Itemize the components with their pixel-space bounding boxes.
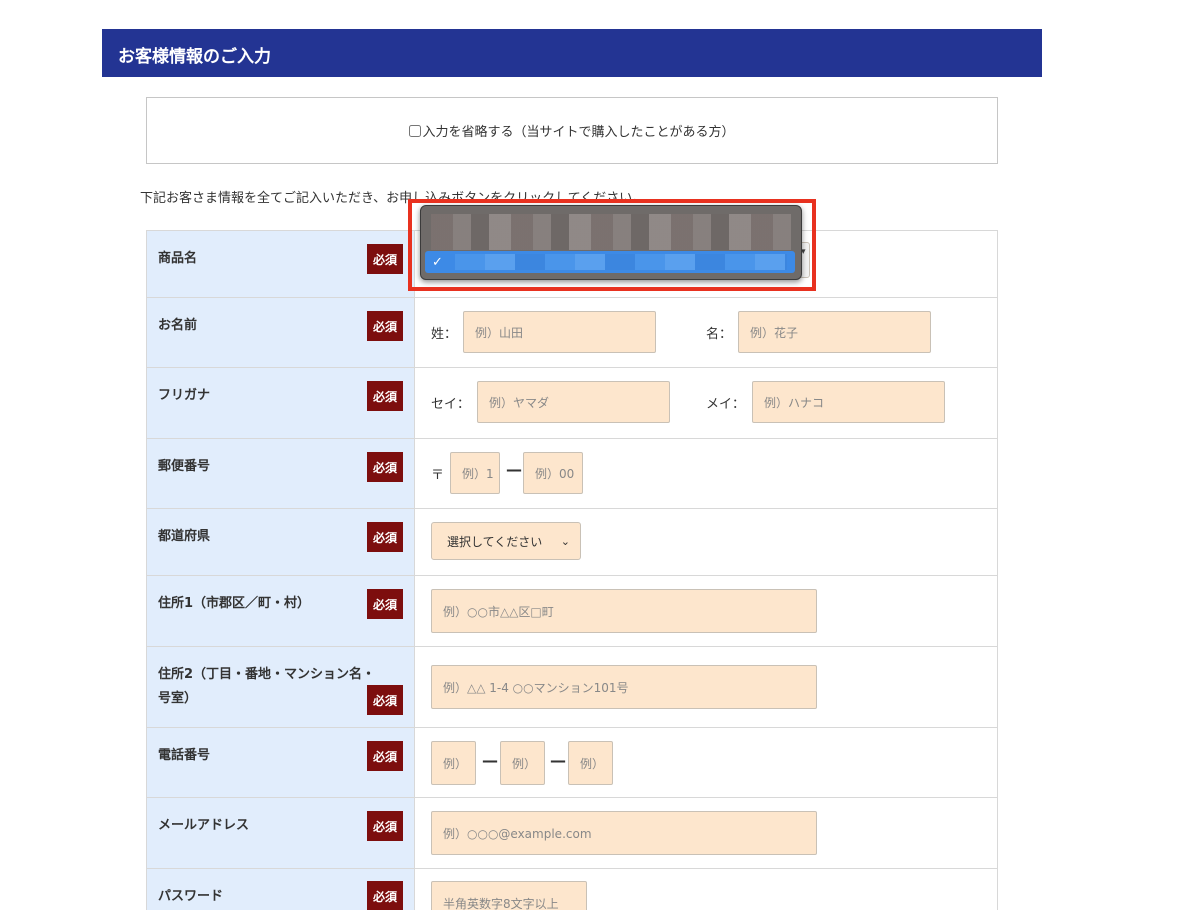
row-kana: フリガナ 必須 セイ： 例）ヤマダ メイ： 例）ハナコ — [147, 368, 997, 439]
password-input[interactable]: 半角英数字8文字以上 — [431, 881, 587, 910]
product-label: 商品名 — [158, 251, 198, 266]
value-cell: 例）○○市△△区□町 — [415, 576, 997, 646]
value-cell: 〒 例）1 — 例）00 — [415, 439, 997, 508]
postal-dash: — — [506, 460, 522, 479]
address2-input[interactable]: 例）△△ 1-4 ○○マンション101号 — [431, 665, 817, 709]
phone-input-2[interactable]: 例） — [500, 741, 545, 785]
name-label: お名前 — [158, 318, 198, 333]
last-kana-label: セイ： — [431, 397, 471, 412]
prefecture-select[interactable]: 選択してください ⌄ — [431, 522, 581, 560]
value-cell: 半角英数字8文字以上 — [415, 869, 997, 910]
highlight-box — [408, 199, 816, 291]
row-email: メールアドレス 必須 例）○○○@example.com — [147, 798, 997, 869]
last-name-input[interactable]: 例）山田 — [463, 311, 656, 353]
row-phone: 電話番号 必須 例） — 例） — 例） — [147, 728, 997, 798]
label-cell: 都道府県 必須 — [147, 509, 415, 575]
postal-input-2[interactable]: 例）00 — [523, 452, 583, 494]
required-badge: 必須 — [367, 522, 403, 552]
label-cell: メールアドレス 必須 — [147, 798, 415, 868]
address2-label: 住所2（丁目・番地・マンション名・号室） — [158, 667, 376, 706]
row-address2: 住所2（丁目・番地・マンション名・号室） 必須 例）△△ 1-4 ○○マンション… — [147, 647, 997, 728]
required-badge: 必須 — [367, 311, 403, 341]
value-cell: 選択してください ⌄ — [415, 509, 997, 575]
address1-label: 住所1（市郡区／町・村） — [158, 596, 311, 611]
first-name-input[interactable]: 例）花子 — [738, 311, 931, 353]
required-badge: 必須 — [367, 452, 403, 482]
required-badge: 必須 — [367, 244, 403, 274]
label-cell: 郵便番号 必須 — [147, 439, 415, 508]
last-name-label: 姓： — [431, 327, 458, 342]
prefecture-selected: 選択してください — [447, 534, 543, 549]
value-cell: 姓： 例）山田 名： 例）花子 — [415, 298, 997, 367]
label-cell: 住所2（丁目・番地・マンション名・号室） 必須 — [147, 647, 415, 727]
prefecture-label: 都道府県 — [158, 529, 211, 544]
phone-dash-1: — — [482, 751, 498, 770]
row-name: お名前 必須 姓： 例）山田 名： 例）花子 — [147, 298, 997, 368]
label-cell: お名前 必須 — [147, 298, 415, 367]
skip-input-checkbox[interactable]: 入力を省略する（当サイトで購入したことがある方） — [146, 97, 998, 164]
row-postal: 郵便番号 必須 〒 例）1 — 例）00 — [147, 439, 997, 509]
value-cell: 例）△△ 1-4 ○○マンション101号 — [415, 647, 997, 727]
phone-label: 電話番号 — [158, 748, 211, 763]
label-cell: パスワード 必須 — [147, 869, 415, 910]
postal-mark: 〒 — [431, 468, 445, 483]
phone-dash-2: — — [550, 751, 566, 770]
required-badge: 必須 — [367, 589, 403, 619]
required-badge: 必須 — [367, 881, 403, 910]
skip-label: 入力を省略する（当サイトで購入したことがある方） — [422, 125, 735, 140]
row-address1: 住所1（市郡区／町・村） 必須 例）○○市△△区□町 — [147, 576, 997, 647]
label-cell: 商品名 必須 — [147, 231, 415, 297]
value-cell: 例） — 例） — 例） — [415, 728, 997, 797]
required-badge: 必須 — [367, 381, 403, 411]
email-label: メールアドレス — [158, 818, 250, 833]
skip-checkbox[interactable] — [409, 124, 422, 137]
phone-input-3[interactable]: 例） — [568, 741, 613, 785]
row-prefecture: 都道府県 必須 選択してください ⌄ — [147, 509, 997, 576]
label-cell: フリガナ 必須 — [147, 368, 415, 438]
kana-label: フリガナ — [158, 388, 211, 403]
label-cell: 電話番号 必須 — [147, 728, 415, 797]
postal-label: 郵便番号 — [158, 459, 211, 474]
required-badge: 必須 — [367, 685, 403, 715]
required-badge: 必須 — [367, 811, 403, 841]
row-password: パスワード 必須 半角英数字8文字以上 — [147, 869, 997, 910]
label-cell: 住所1（市郡区／町・村） 必須 — [147, 576, 415, 646]
section-title: お客様情報のご入力 — [102, 29, 1042, 77]
email-input[interactable]: 例）○○○@example.com — [431, 811, 817, 855]
value-cell: セイ： 例）ヤマダ メイ： 例）ハナコ — [415, 368, 997, 438]
first-kana-input[interactable]: 例）ハナコ — [752, 381, 945, 423]
last-kana-input[interactable]: 例）ヤマダ — [477, 381, 670, 423]
first-name-label: 名： — [706, 327, 733, 342]
required-badge: 必須 — [367, 741, 403, 771]
chevron-down-icon: ⌄ — [560, 534, 570, 548]
password-label: パスワード — [158, 889, 224, 904]
address1-input[interactable]: 例）○○市△△区□町 — [431, 589, 817, 633]
postal-input-1[interactable]: 例）1 — [450, 452, 500, 494]
phone-input-1[interactable]: 例） — [431, 741, 476, 785]
first-kana-label: メイ： — [706, 397, 746, 412]
customer-form: 商品名 必須 お名前 必須 姓： 例）山田 名： 例）花子 フリガナ 必須 セイ… — [146, 230, 998, 910]
value-cell: 例）○○○@example.com — [415, 798, 997, 868]
